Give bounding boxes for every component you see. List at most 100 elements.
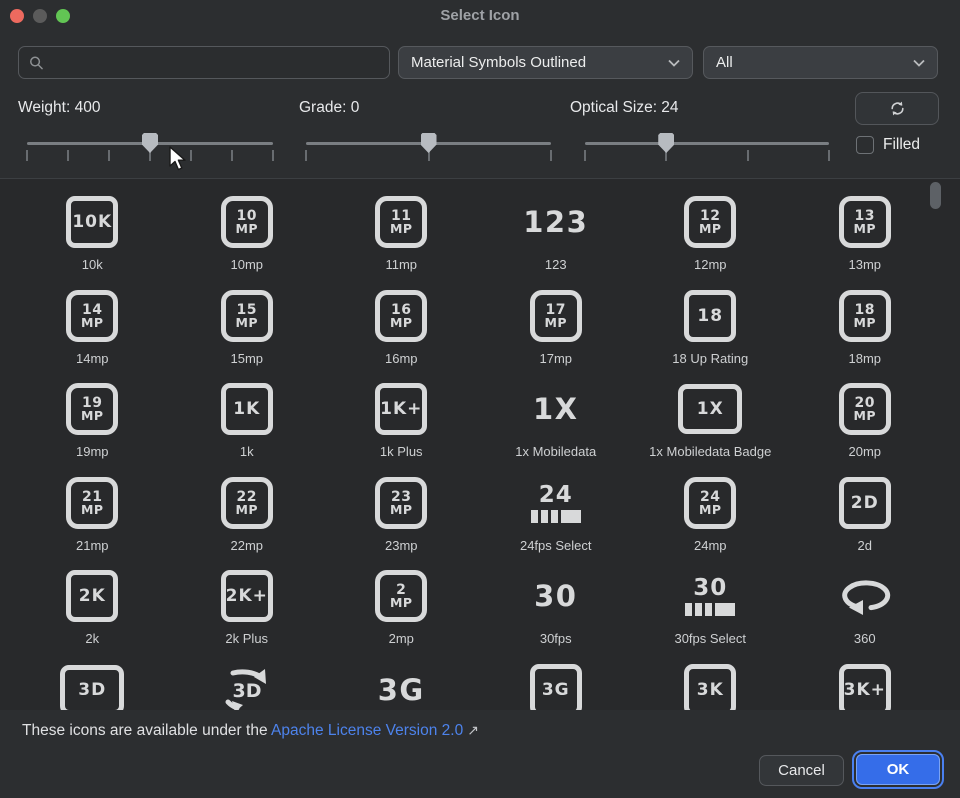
icon-cell-1x-mobiledata[interactable]: 1X1x Mobiledata	[479, 383, 634, 477]
reset-button[interactable]	[855, 92, 939, 125]
icon-cell-3d[interactable]: 3D	[15, 664, 170, 710]
icon-cell-2mp[interactable]: 2MP2mp	[324, 570, 479, 664]
icon-cell-22mp[interactable]: 22MP22mp	[170, 477, 325, 571]
search-field[interactable]	[18, 46, 390, 79]
icon-cell-10mp[interactable]: 10MP10mp	[170, 196, 325, 290]
slider-tick	[550, 150, 552, 161]
icon-glyph-line: MP	[390, 223, 413, 235]
font-family-value: Material Symbols Outlined	[411, 54, 668, 71]
icon-cell-3d[interactable]: 3D	[170, 664, 325, 710]
icon-cell-1k[interactable]: 1K1k	[170, 383, 325, 477]
icon-glyph-line: 3D	[78, 681, 106, 699]
search-icon	[29, 55, 44, 71]
icon-glyph-line: MP	[235, 504, 258, 516]
icon-cell-24fps-select[interactable]: 24 24fps Select	[479, 477, 634, 571]
icon-cell-2k[interactable]: 2K2k	[15, 570, 170, 664]
3D-icon: 3D	[221, 664, 273, 710]
icon-cell-1k-plus[interactable]: 1K+1k Plus	[324, 383, 479, 477]
icon-cell-10k[interactable]: 10K10k	[15, 196, 170, 290]
optical-size-slider[interactable]	[585, 130, 829, 164]
weight-slider[interactable]	[27, 130, 273, 164]
icon-cell-19mp[interactable]: 19MP19mp	[15, 383, 170, 477]
icon-cell-15mp[interactable]: 15MP15mp	[170, 290, 325, 384]
icon-frame: 14MP	[66, 290, 118, 342]
icon-frame: 1K+	[375, 383, 427, 435]
slider-tick	[305, 150, 307, 161]
category-select[interactable]: All	[703, 46, 938, 79]
icon-label: 24mp	[694, 538, 727, 553]
3D-icon: 3D	[60, 664, 124, 710]
icon-cell-11mp[interactable]: 11MP11mp	[324, 196, 479, 290]
icon-glyph-line: MP	[853, 317, 876, 329]
icon-cell-24mp[interactable]: 24MP 24mp	[633, 477, 788, 571]
weight-slider-thumb[interactable]	[142, 133, 158, 153]
icon-cell-30fps-select[interactable]: 3030fps Select	[633, 570, 788, 664]
icon-glyph-line: MP	[853, 223, 876, 235]
icon-cell-1x-mobiledata-badge[interactable]: 1X1x Mobiledata Badge	[633, 383, 788, 477]
font-family-select[interactable]: Material Symbols Outlined	[398, 46, 693, 79]
slider-track[interactable]	[585, 142, 829, 145]
icon-cell-360[interactable]: 360	[788, 570, 943, 664]
license-link[interactable]: Apache License Version 2.0	[271, 722, 463, 739]
icon-cell-17mp[interactable]: 17MP17mp	[479, 290, 634, 384]
svg-text:3D: 3D	[232, 680, 261, 702]
icon-glyph-text: 30	[693, 576, 727, 600]
24fps Select-icon: 24	[531, 477, 581, 529]
cancel-button[interactable]: Cancel	[759, 755, 844, 786]
icon-cell-123[interactable]: 123123	[479, 196, 634, 290]
optical-size-slider-thumb[interactable]	[658, 133, 674, 153]
3K-icon: 3K	[684, 664, 736, 710]
icon-cell-30fps[interactable]: 3030fps	[479, 570, 634, 664]
icon-frame: 24MP	[684, 477, 736, 529]
icon-label: 14mp	[76, 351, 109, 366]
icon-cell-21mp[interactable]: 21MP21mp	[15, 477, 170, 571]
icon-cell-16mp[interactable]: 16MP16mp	[324, 290, 479, 384]
icon-label: 12mp	[694, 257, 727, 272]
icon-cell-20mp[interactable]: 20MP20mp	[788, 383, 943, 477]
icon-cell-23mp[interactable]: 23MP23mp	[324, 477, 479, 571]
icon-cell-14mp[interactable]: 14MP 14mp	[15, 290, 170, 384]
icon-cell-2k-plus[interactable]: 2K+2k Plus	[170, 570, 325, 664]
icon-cell-3g[interactable]: 3G	[324, 664, 479, 710]
icon-glyph-text: 24	[539, 483, 573, 507]
category-value: All	[716, 54, 913, 71]
grade-slider-thumb[interactable]	[421, 133, 437, 153]
icon-label: 30fps	[540, 631, 572, 646]
icon-cell-18-up-rating[interactable]: 18 18 Up Rating	[633, 290, 788, 384]
slider-tick	[231, 150, 233, 161]
icon-cell-3k[interactable]: 3K	[633, 664, 788, 710]
icon-cell-13mp[interactable]: 13MP13mp	[788, 196, 943, 290]
icon-cell-2d[interactable]: 2D2d	[788, 477, 943, 571]
icon-label: 24fps Select	[520, 538, 592, 553]
19mp-icon: 19MP	[66, 383, 118, 435]
3G-icon: 3G	[530, 664, 582, 710]
slider-tick	[190, 150, 192, 161]
icon-frame: 1X	[678, 384, 742, 434]
22mp-icon: 22MP	[221, 477, 273, 529]
search-input[interactable]	[52, 54, 379, 71]
icon-bars	[531, 510, 581, 523]
icon-glyph-line: MP	[390, 317, 413, 329]
icon-glyph-line: MP	[390, 504, 413, 516]
icon-cell-3g[interactable]: 3G	[479, 664, 634, 710]
select-icon-dialog: { "window": { "title": "Select Icon" }, …	[0, 0, 960, 798]
chevron-down-icon	[668, 59, 680, 67]
grade-slider[interactable]	[306, 130, 551, 164]
icon-cell-18mp[interactable]: 18MP18mp	[788, 290, 943, 384]
icon-glyph-text: 1X	[533, 392, 579, 426]
filled-checkbox[interactable]	[856, 136, 874, 154]
icon-frame: 3G	[530, 664, 582, 710]
icon-label: 16mp	[385, 351, 418, 366]
icon-cell-3k-[interactable]: 3K+	[788, 664, 943, 710]
ok-button[interactable]: OK	[856, 754, 940, 785]
slider-tick	[828, 150, 830, 161]
icon-label: 18 Up Rating	[672, 351, 748, 366]
icon-frame: 2MP	[375, 570, 427, 622]
18 Up Rating-icon: 18	[684, 290, 736, 342]
icon-glyph-line: 2D	[851, 494, 879, 512]
20mp-icon: 20MP	[839, 383, 891, 435]
icon-glyph-line: MP	[81, 410, 104, 422]
license-note: These icons are available under the Apac…	[22, 722, 479, 740]
icon-cell-12mp[interactable]: 12MP12mp	[633, 196, 788, 290]
scrollbar-thumb[interactable]	[930, 182, 941, 209]
